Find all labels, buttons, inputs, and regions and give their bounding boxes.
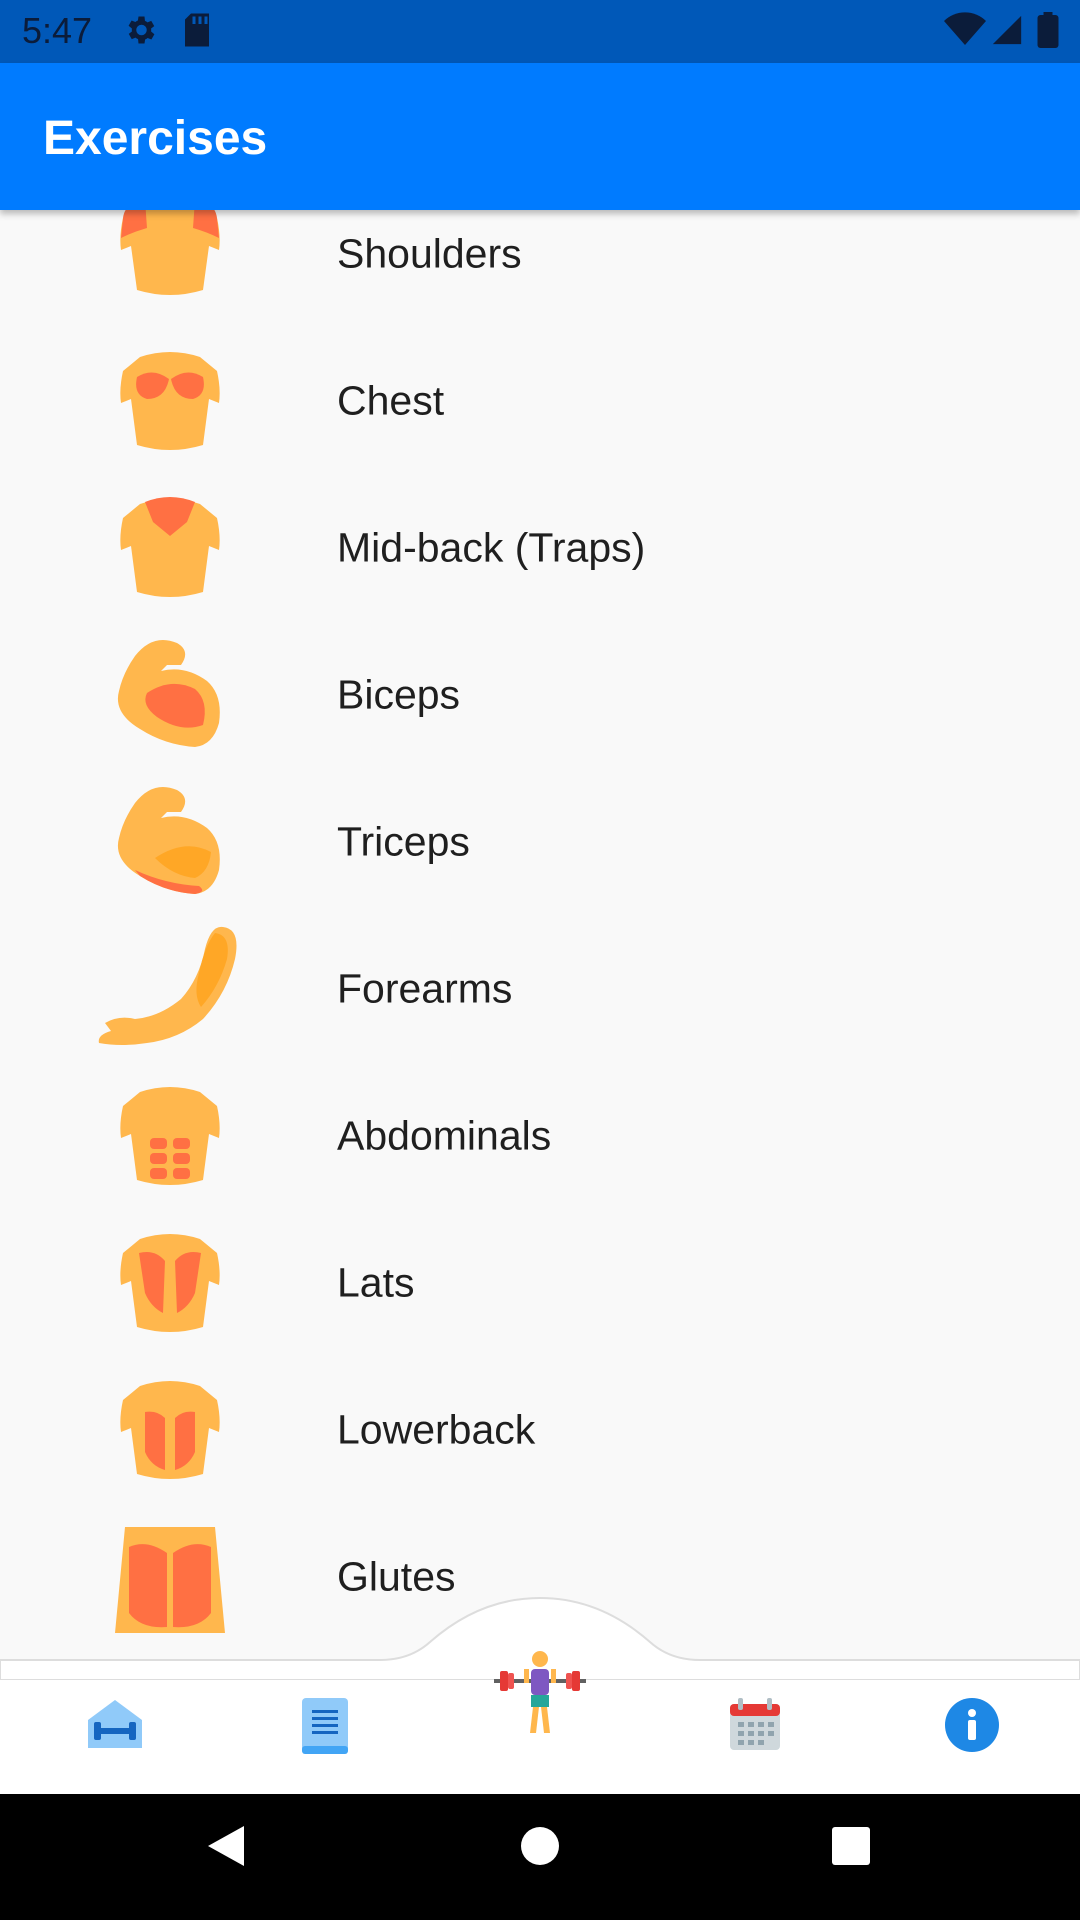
abs-icon	[120, 1087, 220, 1185]
sd-card-icon	[185, 13, 209, 47]
app-bar: Exercises	[0, 63, 1080, 210]
home-gym-icon[interactable]	[80, 1690, 150, 1760]
list-item-lowerback[interactable]: Lowerback	[0, 1356, 1080, 1503]
battery-icon	[1037, 12, 1059, 48]
traps-icon	[120, 497, 220, 597]
biceps-icon	[117, 639, 220, 747]
gear-icon	[128, 16, 155, 44]
chest-icon	[120, 352, 220, 450]
list-item-label: Abdominals	[337, 1112, 552, 1158]
forearm-icon	[98, 926, 237, 1045]
shoulders-icon	[120, 210, 220, 295]
notes-list-icon[interactable]	[290, 1690, 360, 1760]
back-icon[interactable]	[204, 1822, 248, 1870]
list-item-label: Lats	[337, 1259, 415, 1305]
list-item-forearms[interactable]: Forearms	[0, 915, 1080, 1062]
list-item-label: Biceps	[337, 671, 461, 717]
list-item-label: Lowerback	[337, 1406, 536, 1452]
page-title: Exercises	[43, 112, 268, 165]
system-nav-bar	[0, 1794, 1080, 1920]
weightlifter-icon[interactable]	[490, 1645, 590, 1745]
triceps-icon	[117, 786, 220, 894]
list-item-shoulders[interactable]: Shoulders	[0, 210, 1080, 327]
list-item-traps[interactable]: Mid-back (Traps)	[0, 474, 1080, 621]
list-item-label: Mid-back (Traps)	[337, 524, 646, 570]
status-bar: 5:47	[0, 0, 1080, 63]
list-item-triceps[interactable]: Triceps	[0, 768, 1080, 915]
list-item-chest[interactable]: Chest	[0, 327, 1080, 474]
list-item-label: Triceps	[337, 818, 470, 864]
list-item-label: Shoulders	[337, 230, 522, 276]
signal-icon	[992, 15, 1022, 45]
lowerback-icon	[120, 1381, 220, 1479]
list-item-abdominals[interactable]: Abdominals	[0, 1062, 1080, 1209]
exercise-list[interactable]: Shoulders Chest Mid-back (Traps) Biceps	[0, 210, 1080, 1660]
list-item-label: Chest	[337, 377, 445, 423]
home-icon[interactable]	[519, 1822, 561, 1870]
calendar-icon[interactable]	[720, 1690, 790, 1760]
list-item-lats[interactable]: Lats	[0, 1209, 1080, 1356]
status-time: 5:47	[22, 10, 93, 51]
wifi-icon	[944, 12, 986, 45]
list-item-label: Forearms	[337, 965, 513, 1011]
info-icon[interactable]	[937, 1690, 1007, 1760]
recents-icon[interactable]	[829, 1822, 873, 1870]
lats-icon	[120, 1234, 220, 1332]
list-item-biceps[interactable]: Biceps	[0, 621, 1080, 768]
